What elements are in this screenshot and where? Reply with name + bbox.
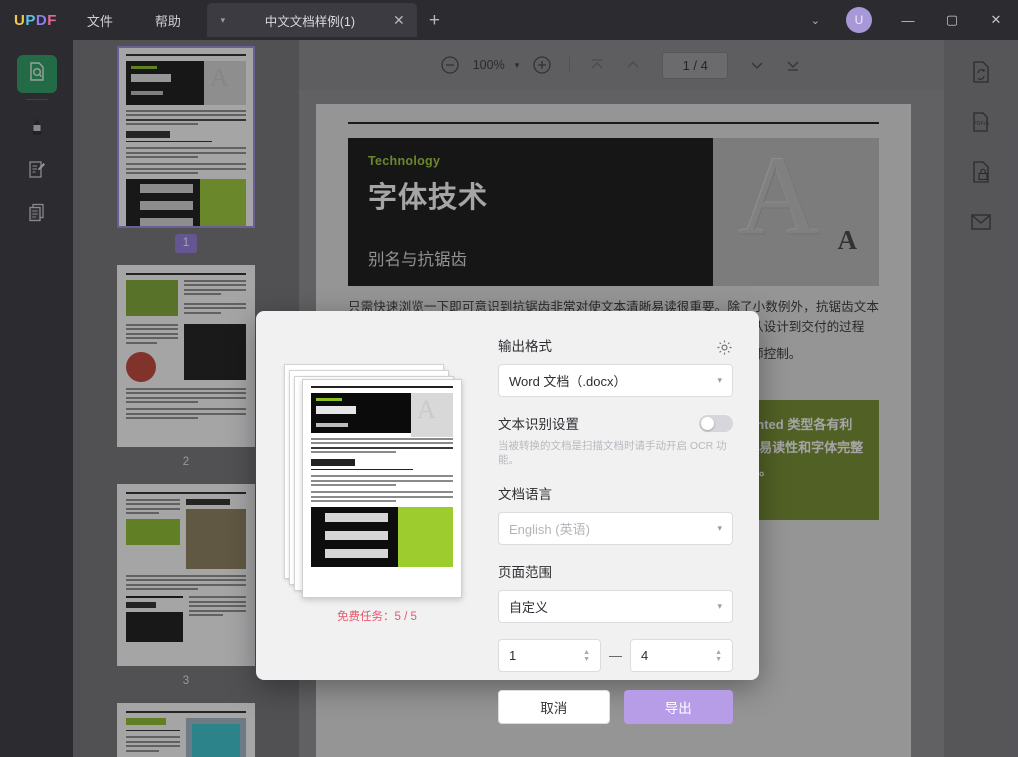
dialog-preview-pane: 免费任务：5 / 5	[256, 311, 498, 680]
toggle-knob	[701, 416, 714, 430]
page-range-mode-value: 自定义	[509, 600, 549, 616]
document-language-value: English (英语)	[509, 522, 590, 538]
ocr-hint-text: 当被转换的文档是扫描文档时请手动开启 OCR 功能。	[498, 440, 727, 466]
output-format-label: 输出格式	[498, 339, 552, 354]
close-button[interactable]: ✕	[974, 0, 1018, 40]
free-task-counter: 免费任务：5 / 5	[337, 611, 417, 623]
chevron-down-icon: ▾	[717, 375, 722, 385]
export-settings-dialog: 免费任务：5 / 5 输出格式 Word 文档（.docx） ▾ 文本识别设置 …	[256, 311, 759, 725]
stepper-up-icon[interactable]: ▲	[583, 649, 590, 656]
document-tab[interactable]: ▾ 中文文档样例(1) ✕	[206, 3, 417, 37]
range-separator: —	[609, 648, 622, 664]
ocr-settings-label: 文本识别设置	[498, 417, 579, 432]
tab-title: 中文文档样例(1)	[264, 14, 356, 29]
menu-file[interactable]: 文件	[75, 5, 125, 36]
document-language-label: 文档语言	[498, 487, 552, 503]
tab-caret-icon[interactable]: ▾	[215, 15, 231, 26]
title-bar: UPDF 文件 帮助 ▾ 中文文档样例(1) ✕ + ⌄ U — ▢ ✕	[0, 0, 1018, 40]
page-range-label: 页面范围	[498, 565, 552, 581]
chevron-down-icon: ▾	[717, 523, 722, 534]
document-language-select[interactable]: English (英语) ▾	[498, 512, 733, 546]
cancel-button[interactable]: 取消	[498, 690, 610, 725]
page-range-from-input[interactable]: 1 ▲ ▼	[498, 639, 601, 673]
stepper-to[interactable]: ▲ ▼	[715, 649, 722, 663]
stepper-down-icon[interactable]: ▼	[715, 656, 722, 663]
ocr-toggle[interactable]	[699, 414, 733, 432]
app-logo: UPDF	[14, 11, 57, 29]
page-range-mode-select[interactable]: 自定义 ▾	[498, 590, 733, 624]
window-controls: ⌄ U — ▢ ✕	[799, 0, 1018, 40]
dialog-actions: 取消 导出	[498, 690, 733, 725]
stepper-from[interactable]: ▲ ▼	[583, 649, 590, 663]
dialog-settings-pane: 输出格式 Word 文档（.docx） ▾ 文本识别设置 当被转换的文档是扫描文…	[498, 311, 759, 725]
menu-help[interactable]: 帮助	[143, 5, 193, 36]
output-format-select[interactable]: Word 文档（.docx） ▾	[498, 364, 733, 397]
export-button[interactable]: 导出	[623, 690, 733, 725]
page-range-inputs: 1 ▲ ▼ — 4 ▲ ▼	[498, 639, 733, 673]
gear-icon[interactable]	[716, 339, 733, 361]
chevron-down-icon: ▾	[717, 601, 722, 612]
preview-page-1	[302, 379, 462, 598]
chevron-down-icon[interactable]: ⌄	[799, 14, 832, 27]
avatar[interactable]: U	[846, 7, 872, 33]
tab-close-icon[interactable]: ✕	[389, 12, 409, 29]
page-range-to-value: 4	[641, 648, 649, 664]
page-range-to-input[interactable]: 4 ▲ ▼	[630, 639, 733, 673]
minimize-button[interactable]: —	[886, 0, 930, 40]
stepper-down-icon[interactable]: ▼	[583, 656, 590, 663]
maximize-button[interactable]: ▢	[930, 0, 974, 40]
output-format-value: Word 文档（.docx）	[509, 374, 627, 389]
new-tab-button[interactable]: +	[429, 11, 440, 30]
stepper-up-icon[interactable]: ▲	[715, 649, 722, 656]
page-range-from-value: 1	[509, 648, 517, 664]
